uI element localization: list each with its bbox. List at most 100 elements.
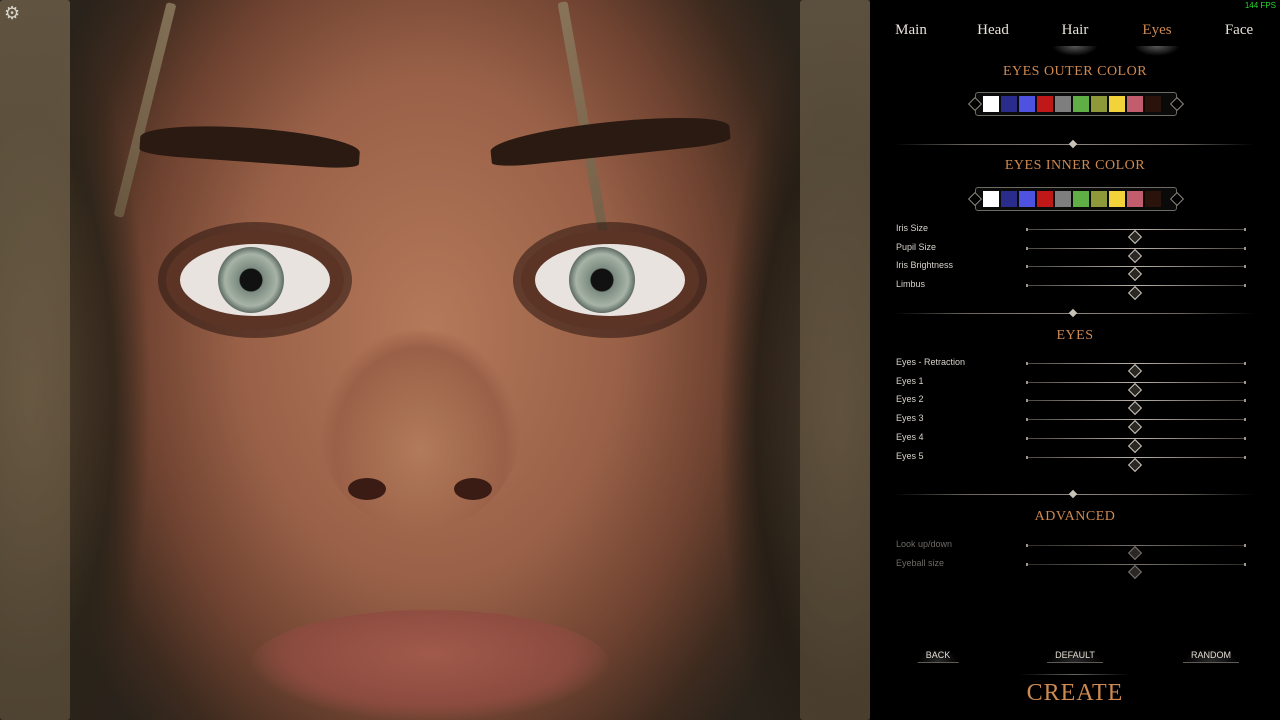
slider-track[interactable] [1026,362,1246,379]
outer-color-palette [975,92,1177,116]
slider-tick [1244,228,1246,231]
slider-tick [1244,380,1246,384]
right-iris [569,247,635,313]
slider-tick [1244,399,1246,403]
slider-row: Eyes 3 [896,411,1256,435]
slider-label: Look up/down [896,539,953,549]
inner-color-swatch[interactable] [1037,191,1053,207]
slider-track[interactable] [1026,265,1246,282]
slider-tick [1244,362,1246,365]
slider-track[interactable] [1026,418,1246,435]
slider-track[interactable] [1026,380,1246,397]
slider-row: Iris Brightness [896,258,1256,282]
slider-handle[interactable] [1127,564,1143,579]
lips [250,610,610,720]
slider-label: Limbus [896,279,926,290]
slider-tick [1244,418,1246,422]
slider-tick [1026,562,1028,566]
slider-track[interactable] [1026,436,1246,453]
outer-color-swatch[interactable] [1055,96,1071,112]
slider-tick [1244,455,1246,459]
slider-label: Eyes 4 [896,431,924,442]
inner-color-swatch[interactable] [1127,191,1143,207]
section-title-advanced: ADVANCED [1034,509,1116,524]
slider-track[interactable] [1026,562,1246,579]
slider-tick [1026,418,1028,422]
inner-color-swatch[interactable] [1055,191,1071,207]
slider-label: Eyeball size [896,557,945,568]
slider-row: Eyes 1 [896,374,1256,397]
slider-label: Eyes - Retraction [896,357,966,367]
section-title-eyes: EYES [1056,328,1094,343]
slider-tick [1026,284,1028,288]
slider-label: Iris Size [896,223,929,233]
slider-track[interactable] [1026,399,1246,416]
outer-color-swatch[interactable] [1037,96,1053,112]
slider-label: Iris Brightness [896,260,954,271]
outer-color-swatch[interactable] [1091,96,1107,112]
outer-color-swatch[interactable] [1145,96,1161,112]
slider-track[interactable] [1026,455,1246,472]
slider-row: Eyes 5 [896,449,1256,472]
slider-label: Eyes 5 [896,450,924,461]
outer-color-swatch[interactable] [1019,96,1035,112]
create-button[interactable]: CREATE [1020,674,1130,707]
inner-color-palette [975,187,1177,211]
slider-track[interactable] [1026,544,1246,561]
tab-bar: Main Head Hair Eyes Face [870,22,1280,46]
slider-handle[interactable] [1127,286,1143,301]
slider-label: Pupil Size [896,241,937,252]
slider-track[interactable] [1026,284,1246,301]
back-button[interactable]: BACK [917,648,959,663]
inner-color-swatch[interactable] [1019,191,1035,207]
slider-tick [1026,544,1028,547]
inner-color-swatch[interactable] [1091,191,1107,207]
slider-tick [1026,380,1028,384]
slider-row: Pupil Size [896,240,1256,263]
gear-icon[interactable]: ⚙ [4,4,22,22]
inner-color-swatch[interactable] [1001,191,1017,207]
left-nostril [348,478,386,500]
slider-tick [1244,562,1246,566]
slider-handle[interactable] [1127,457,1143,472]
tab-hair[interactable]: Hair [1062,22,1089,39]
random-button[interactable]: RANDOM [1183,648,1239,663]
nose [320,330,520,530]
section-title-inner-color: EYES INNER COLOR [1004,158,1146,173]
tab-eyes[interactable]: Eyes [1142,22,1171,39]
slider-track[interactable] [1026,228,1246,245]
inner-color-swatch[interactable] [1109,191,1125,207]
outer-color-swatch[interactable] [1073,96,1089,112]
outer-color-swatch[interactable] [1001,96,1017,112]
divider [894,139,1254,149]
left-eye [180,244,330,316]
tab-main[interactable]: Main [895,22,927,39]
fps-counter: 144 FPS [1244,1,1276,10]
divider [894,308,1254,318]
outer-color-swatch[interactable] [1127,96,1143,112]
slider-tick [1026,436,1028,440]
slider-tick [1026,265,1028,269]
slider-row: Eyes 2 [896,392,1256,416]
slider-tick [1026,399,1028,403]
hair-strand [0,0,70,720]
outer-color-swatch[interactable] [983,96,999,112]
inner-color-swatch[interactable] [1073,191,1089,207]
slider-tick [1244,436,1246,440]
slider-tick [1026,246,1028,250]
slider-track[interactable] [1026,246,1246,263]
slider-label: Eyes 1 [896,375,924,386]
right-nostril [454,478,492,500]
inner-color-swatch[interactable] [983,191,999,207]
tab-face[interactable]: Face [1225,22,1253,39]
slider-tick [1026,455,1028,459]
slider-row: Eyes 4 [896,430,1256,453]
right-eye [535,244,685,316]
character-viewport[interactable]: ⚙ [0,0,870,720]
outer-color-swatch[interactable] [1109,96,1125,112]
default-button[interactable]: DEFAULT [1047,648,1103,663]
inner-color-swatch[interactable] [1145,191,1161,207]
tab-head[interactable]: Head [977,22,1009,39]
slider-tick [1026,228,1028,231]
slider-row: Look up/down [896,537,1256,561]
